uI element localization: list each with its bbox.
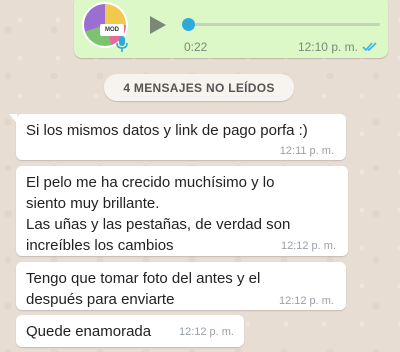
message-line: siento muy brillante. [26, 195, 160, 212]
message-time: 12:10 p. m. [297, 40, 358, 54]
voice-progress-track[interactable] [184, 23, 380, 26]
message-time: 12:12 p. m. [178, 326, 234, 338]
message-text: Si los mismos datos y link de pago porfa… [26, 122, 308, 139]
incoming-message[interactable]: Quede enamorada 12:12 p. m. [16, 315, 244, 347]
voice-duration: 0:22 [184, 40, 208, 54]
voice-progress-thumb[interactable] [182, 18, 195, 31]
play-icon[interactable] [146, 14, 168, 36]
message-line: El pelo me ha crecido muchísimo y lo [26, 174, 275, 191]
incoming-message[interactable]: Si los mismos datos y link de pago porfa… [9, 114, 346, 160]
mic-icon [116, 36, 128, 52]
double-check-icon [362, 42, 377, 52]
unread-messages-banner: 4 MENSAJES NO LEÍDOS [104, 74, 294, 101]
message-line: Las uñas y las pestañas, de verdad son [26, 216, 291, 233]
message-line: Tengo que tomar foto del antes y el [26, 270, 261, 287]
message-time: 12:12 p. m. [280, 240, 336, 252]
message-time: 12:12 p. m. [278, 295, 334, 307]
message-time: 12:11 p. m. [279, 145, 334, 157]
message-text: Quede enamorada [26, 323, 152, 340]
incoming-message[interactable]: El pelo me ha crecido muchísimo y lo sie… [16, 166, 348, 256]
avatar-logo: MOD [100, 24, 124, 36]
voice-message-bubble[interactable]: MOD 0:22 12:10 p. m. [74, 0, 388, 58]
incoming-message[interactable]: Tengo que tomar foto del antes y el desp… [16, 262, 346, 310]
